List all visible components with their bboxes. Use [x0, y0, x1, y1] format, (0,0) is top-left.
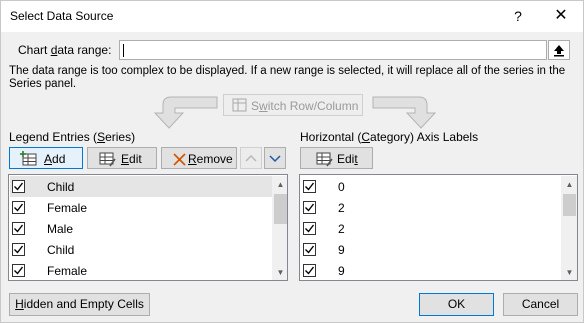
checkbox[interactable] — [303, 180, 316, 193]
edit-axis-button-label: Edit — [337, 152, 358, 166]
scroll-down-arrow-icon[interactable]: ▼ — [272, 264, 287, 280]
switch-row-column-button[interactable]: Switch Row/Column — [223, 94, 363, 116]
help-button[interactable]: ? — [507, 5, 529, 27]
move-down-icon — [269, 155, 281, 163]
list-item[interactable]: Female — [10, 260, 272, 280]
text-caret — [123, 44, 124, 57]
legend-entries-header: Legend Entries (Series) — [9, 130, 136, 144]
scroll-up-arrow-icon[interactable]: ▲ — [272, 176, 287, 193]
checkbox[interactable] — [12, 222, 25, 235]
dialog-title: Select Data Source — [10, 9, 114, 23]
edit-icon — [316, 152, 333, 167]
axis-scrollbar[interactable]: ▲ ▼ — [561, 176, 577, 280]
hidden-empty-cells-button[interactable]: Hidden and Empty Cells — [9, 293, 150, 316]
checkmark-icon — [305, 182, 315, 191]
list-item[interactable]: 9 — [301, 239, 561, 260]
checkmark-icon — [14, 224, 24, 233]
axis-label-value: 2 — [338, 201, 345, 215]
chart-data-range-input[interactable] — [119, 40, 547, 60]
legend-entries-list[interactable]: Child Female Male Child Female ▲ ▼ — [8, 174, 288, 281]
scroll-up-arrow-icon[interactable]: ▲ — [561, 176, 577, 193]
checkbox[interactable] — [303, 243, 316, 256]
list-item[interactable]: 0 — [301, 176, 561, 197]
series-name: Male — [47, 222, 74, 236]
remove-button-label: Remove — [188, 152, 233, 166]
list-item[interactable]: Child — [10, 239, 272, 260]
series-name: Child — [47, 180, 75, 194]
collapse-dialog-button[interactable] — [548, 40, 570, 60]
move-up-icon — [245, 154, 257, 162]
move-up-button[interactable] — [240, 147, 262, 169]
add-button-label: Add — [44, 152, 66, 166]
axis-label-value: 9 — [338, 243, 345, 257]
checkmark-icon — [14, 203, 24, 212]
list-item[interactable]: 2 — [301, 218, 561, 239]
edit-button-label: Edit — [121, 152, 142, 166]
axis-labels-header: Horizontal (Category) Axis Labels — [300, 130, 479, 144]
checkbox[interactable] — [12, 180, 25, 193]
title-bar: Select Data Source ? ✕ — [1, 1, 583, 32]
legend-scrollbar[interactable]: ▲ ▼ — [272, 176, 287, 280]
list-item[interactable]: Child — [10, 176, 272, 197]
range-info-text: The data range is too complex to be disp… — [9, 65, 566, 90]
checkmark-icon — [14, 266, 24, 275]
remove-x-icon — [173, 153, 186, 166]
edit-series-button[interactable]: Edit — [87, 147, 157, 169]
move-down-button[interactable] — [264, 147, 286, 169]
scroll-down-arrow-icon[interactable]: ▼ — [561, 264, 577, 280]
series-name: Child — [47, 243, 75, 257]
series-name: Female — [47, 201, 88, 215]
checkbox[interactable] — [303, 264, 316, 277]
checkmark-icon — [305, 203, 315, 212]
list-item[interactable]: Female — [10, 197, 272, 218]
checkbox[interactable] — [12, 201, 25, 214]
ok-button[interactable]: OK — [419, 293, 494, 316]
edit-icon — [99, 152, 116, 167]
select-data-source-dialog: Select Data Source ? ✕ Chart data range:… — [0, 0, 584, 323]
switch-row-column-icon — [232, 98, 247, 112]
axis-label-value: 0 — [338, 180, 345, 194]
switch-row-column-label: Switch Row/Column — [251, 99, 359, 113]
checkmark-icon — [14, 245, 24, 254]
checkbox[interactable] — [12, 243, 25, 256]
checkmark-icon — [305, 224, 315, 233]
list-item[interactable]: 2 — [301, 197, 561, 218]
scroll-thumb[interactable] — [563, 194, 576, 216]
checkmark-icon — [14, 182, 24, 191]
axis-labels-list[interactable]: 0 2 2 9 9 ▲ ▼ — [299, 174, 578, 281]
series-name: Female — [47, 264, 88, 278]
right-curved-arrow-icon — [372, 96, 437, 129]
cancel-button[interactable]: Cancel — [503, 293, 578, 316]
checkbox[interactable] — [303, 222, 316, 235]
scroll-thumb[interactable] — [274, 194, 287, 224]
close-button[interactable]: ✕ — [548, 5, 574, 27]
add-series-button[interactable]: Add — [9, 147, 83, 169]
remove-series-button[interactable]: Remove — [161, 147, 237, 169]
add-series-icon — [20, 151, 37, 166]
checkmark-icon — [305, 266, 315, 275]
left-curved-arrow-icon — [153, 96, 218, 129]
chart-data-range-label: Chart data range: — [18, 43, 112, 57]
checkbox[interactable] — [303, 201, 316, 214]
list-item[interactable]: 9 — [301, 260, 561, 280]
axis-label-value: 9 — [338, 264, 345, 278]
list-item[interactable]: Male — [10, 218, 272, 239]
axis-label-value: 2 — [338, 222, 345, 236]
collapse-dialog-icon — [554, 45, 564, 57]
checkbox[interactable] — [12, 264, 25, 277]
edit-axis-labels-button[interactable]: Edit — [300, 147, 373, 169]
checkmark-icon — [305, 245, 315, 254]
